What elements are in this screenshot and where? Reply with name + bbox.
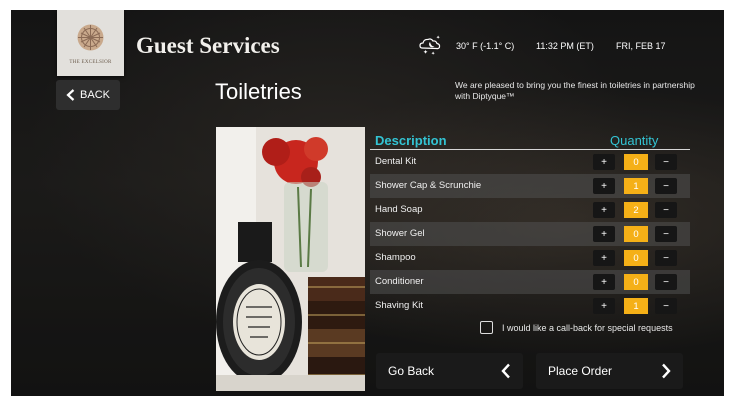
page-title: Toiletries bbox=[215, 79, 302, 104]
increase-quantity-button[interactable]: + bbox=[593, 250, 615, 266]
svg-text:✦: ✦ bbox=[423, 49, 428, 56]
place-order-label: Place Order bbox=[548, 364, 613, 378]
quantity-value: 1 bbox=[624, 178, 648, 194]
chevron-left-icon bbox=[501, 363, 510, 379]
quantity-value: 0 bbox=[624, 226, 648, 242]
moon-stars-cloud-icon: ✦ ✦ ✦ bbox=[419, 35, 440, 56]
intro-text: We are pleased to bring you the finest i… bbox=[455, 80, 695, 101]
table-row: Shower Cap & Scrunchie +1− bbox=[370, 174, 690, 198]
table-row: Shampoo +0− bbox=[370, 246, 690, 270]
increase-quantity-button[interactable]: + bbox=[593, 178, 615, 194]
increase-quantity-button[interactable]: + bbox=[593, 298, 615, 314]
diptyque-bottle-image bbox=[216, 127, 365, 391]
item-name: Shower Cap & Scrunchie bbox=[375, 180, 482, 191]
go-back-label: Go Back bbox=[388, 364, 435, 378]
increase-quantity-button[interactable]: + bbox=[593, 154, 615, 170]
svg-text:✦: ✦ bbox=[431, 51, 435, 56]
callback-option[interactable]: I would like a call-back for special req… bbox=[480, 321, 673, 334]
svg-text:✦: ✦ bbox=[436, 35, 440, 41]
item-name: Conditioner bbox=[375, 276, 424, 287]
decrease-quantity-button[interactable]: − bbox=[655, 298, 677, 314]
table-header: Description Quantity bbox=[370, 131, 690, 150]
back-button-label: BACK bbox=[80, 89, 110, 101]
item-name: Shaving Kit bbox=[375, 300, 424, 311]
increase-quantity-button[interactable]: + bbox=[593, 226, 615, 242]
description-header: Description bbox=[375, 133, 447, 148]
item-name: Shampoo bbox=[375, 252, 416, 263]
hotel-name: THE EXCELSIOR bbox=[69, 60, 112, 65]
increase-quantity-button[interactable]: + bbox=[593, 202, 615, 218]
increase-quantity-button[interactable]: + bbox=[593, 274, 615, 290]
decrease-quantity-button[interactable]: − bbox=[655, 178, 677, 194]
quantity-value: 2 bbox=[624, 202, 648, 218]
callback-checkbox[interactable] bbox=[480, 321, 493, 334]
temperature: 30° F (-1.1° C) bbox=[456, 41, 515, 51]
table-row: Hand Soap +2− bbox=[370, 198, 690, 222]
decrease-quantity-button[interactable]: − bbox=[655, 250, 677, 266]
hotel-logo: THE EXCELSIOR bbox=[57, 10, 124, 76]
quantity-value: 0 bbox=[624, 250, 648, 266]
item-name: Hand Soap bbox=[375, 204, 423, 215]
table-row: Conditioner +0− bbox=[370, 270, 690, 294]
clock-time: 11:32 PM (ET) bbox=[536, 41, 594, 51]
item-name: Shower Gel bbox=[375, 228, 425, 239]
back-button[interactable]: BACK bbox=[56, 80, 120, 110]
chevron-right-icon bbox=[662, 363, 671, 379]
quantity-value: 1 bbox=[624, 298, 648, 314]
decrease-quantity-button[interactable]: − bbox=[655, 274, 677, 290]
callback-label: I would like a call-back for special req… bbox=[502, 322, 673, 333]
quantity-header: Quantity bbox=[610, 133, 659, 148]
table-body: Dental Kit +0− Shower Cap & Scrunchie +1− Ha… bbox=[370, 150, 690, 318]
app-title: Guest Services bbox=[136, 33, 280, 58]
tv-screen: THE EXCELSIOR Guest Services ✦ ✦ ✦ 30° F… bbox=[11, 10, 724, 396]
decrease-quantity-button[interactable]: − bbox=[655, 226, 677, 242]
decrease-quantity-button[interactable]: − bbox=[655, 154, 677, 170]
table-row: Shower Gel +0− bbox=[370, 222, 690, 246]
table-row: Shaving Kit +1− bbox=[370, 294, 690, 318]
go-back-button[interactable]: Go Back bbox=[376, 353, 523, 389]
logo-emblem-icon bbox=[77, 24, 104, 51]
table-row: Dental Kit +0− bbox=[370, 150, 690, 174]
decrease-quantity-button[interactable]: − bbox=[655, 202, 677, 218]
date: FRI, FEB 17 bbox=[616, 41, 666, 51]
place-order-button[interactable]: Place Order bbox=[536, 353, 683, 389]
quantity-value: 0 bbox=[624, 154, 648, 170]
chevron-left-icon bbox=[66, 89, 75, 101]
item-name: Dental Kit bbox=[375, 156, 417, 167]
toiletries-table: Description Quantity Dental Kit +0− Shower… bbox=[370, 131, 690, 318]
product-photo bbox=[216, 127, 365, 391]
quantity-value: 0 bbox=[624, 274, 648, 290]
